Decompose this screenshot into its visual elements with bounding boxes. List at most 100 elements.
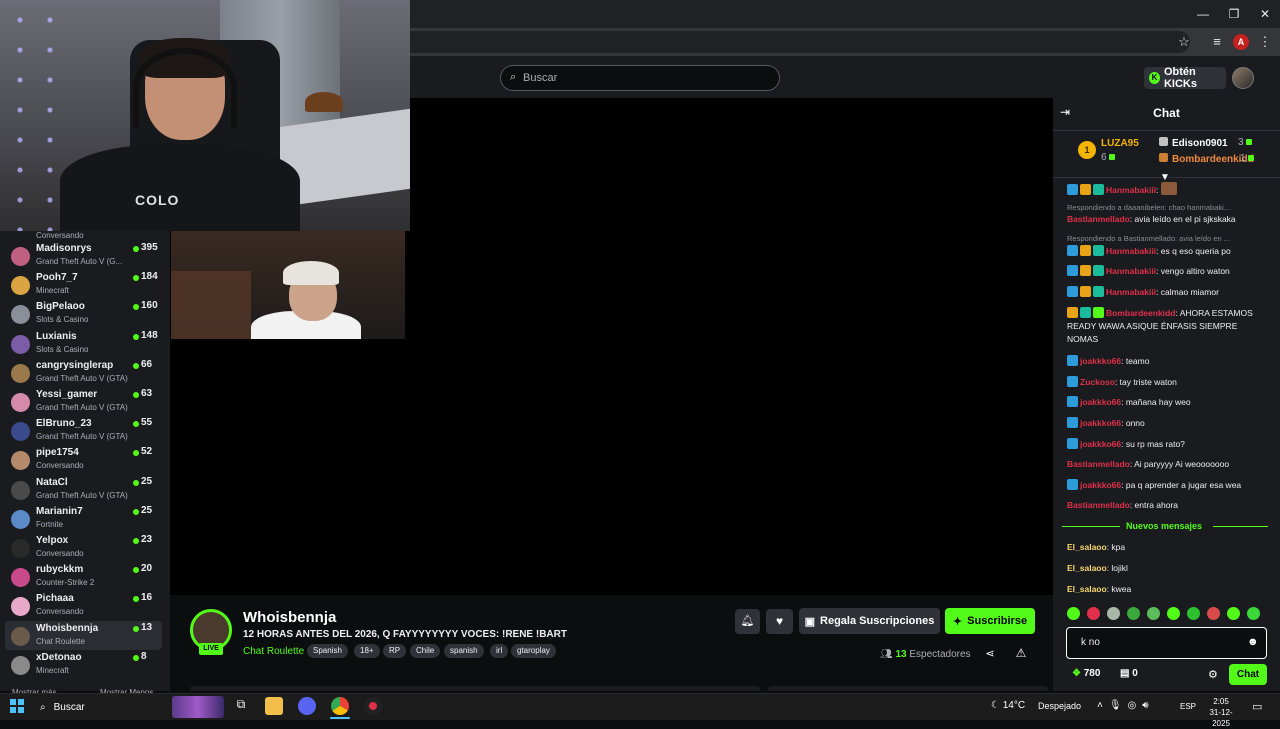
- stream-tag[interactable]: gtaroplay: [511, 644, 556, 658]
- sidebar-item-rubyckkm[interactable]: rubyckkm Counter-Strike 2 20: [0, 562, 170, 591]
- reply-context[interactable]: Respondiendo a daaanibelen: chao hanmaba…: [1067, 203, 1267, 212]
- stream-tag[interactable]: Chile: [410, 644, 441, 658]
- chat-username[interactable]: Hanmabakiii: [1106, 287, 1156, 297]
- get-kicks-button[interactable]: K Obtén KICKs: [1144, 66, 1226, 90]
- chat-username[interactable]: Bastianmellado: [1067, 500, 1130, 510]
- emoji-picker-icon[interactable]: ☻: [1247, 636, 1259, 648]
- sidebar-item-luxianis[interactable]: Luxianis Slots & Casino 148: [0, 329, 170, 358]
- sidebar-item-pichaaa[interactable]: Pichaaa Conversando 16: [0, 591, 170, 620]
- chat-input[interactable]: k no ☻: [1066, 627, 1267, 659]
- avatar: [11, 305, 30, 325]
- sidebar-item-xdetonao[interactable]: xDetonao Minecraft 8: [0, 650, 170, 679]
- stream-tag[interactable]: RP: [383, 644, 407, 658]
- notification-icon[interactable]: ▭: [1252, 700, 1262, 713]
- share-icon[interactable]: ⋖: [983, 647, 997, 661]
- chat-username[interactable]: joakkko66: [1080, 439, 1121, 449]
- system-tray[interactable]: ˄🎙︎◎🔊︎: [1097, 700, 1155, 711]
- chat-username[interactable]: joakkko66: [1080, 418, 1121, 428]
- search-box[interactable]: ⌕: [500, 65, 780, 91]
- follow-heart-button[interactable]: ♥: [766, 609, 793, 634]
- minimize-icon[interactable]: —: [1186, 4, 1220, 24]
- chat-username[interactable]: El_salaoo: [1067, 584, 1107, 594]
- subscribe-button[interactable]: ✦ Suscribirse: [945, 608, 1035, 634]
- chat-username[interactable]: El_salaoo: [1067, 542, 1107, 552]
- stream-tag[interactable]: 18+: [354, 644, 380, 658]
- sidebar-item-cangrysinglerap[interactable]: cangrysinglerap Grand Theft Auto V (GTA) 6…: [0, 358, 170, 387]
- emote-icon[interactable]: [1067, 607, 1080, 620]
- star-icon[interactable]: ☆: [1175, 33, 1193, 51]
- gift-balance[interactable]: ▤ 0: [1120, 668, 1138, 679]
- emote-icon[interactable]: [1127, 607, 1140, 620]
- sidebar-item-pipe1754[interactable]: pipe1754 Conversando 52: [0, 445, 170, 474]
- address-bar[interactable]: [400, 31, 1190, 53]
- sidebar-item-yelpox[interactable]: Yelpox Conversando 23: [0, 533, 170, 562]
- sidebar-item-marianin7[interactable]: Marianin7 Fortnite 25: [0, 504, 170, 533]
- chat-username[interactable]: Bastianmellado: [1067, 459, 1130, 469]
- user-avatar[interactable]: [1232, 67, 1254, 89]
- weather-widget[interactable]: ☾ 14°C: [991, 700, 1025, 711]
- clock[interactable]: 2:05 31-12-2025: [1202, 696, 1240, 729]
- close-window-icon[interactable]: ✕: [1248, 4, 1280, 24]
- browser-menu-icon[interactable]: ⋮: [1256, 33, 1274, 51]
- chat-username[interactable]: Bastianmellado: [1067, 214, 1130, 224]
- gift-subs-button[interactable]: ▣ Regala Suscripciones: [799, 608, 940, 634]
- reply-context[interactable]: Respondiendo a Bastianmellado: avia leíd…: [1067, 234, 1267, 243]
- maximize-icon[interactable]: ❐: [1217, 4, 1251, 24]
- emote-icon[interactable]: [1207, 607, 1220, 620]
- sidebar-channel-name: Yessi_gamer: [36, 389, 98, 400]
- emote-icon[interactable]: [1187, 607, 1200, 620]
- browser-profile-icon[interactable]: A: [1233, 34, 1249, 50]
- search-input[interactable]: [523, 69, 763, 87]
- sidebar-item-elbruno_23[interactable]: ElBruno_23 Grand Theft Auto V (GTA) 55: [0, 416, 170, 445]
- emote-icon[interactable]: [1147, 607, 1160, 620]
- stream-tag[interactable]: irl: [490, 644, 509, 658]
- chat-username[interactable]: joakkko66: [1080, 480, 1121, 490]
- discord-icon[interactable]: [298, 697, 316, 715]
- windows-start-icon[interactable]: [10, 699, 24, 713]
- stream-tag[interactable]: spanish: [444, 644, 484, 658]
- streamer-name[interactable]: Whoisbennja: [243, 609, 336, 626]
- emote-icon[interactable]: [1087, 607, 1100, 620]
- chat-username[interactable]: Bombardeenkidd: [1106, 308, 1175, 318]
- obs-icon[interactable]: [364, 697, 382, 715]
- sidebar-item-madisonrys[interactable]: Madisonrys Grand Theft Auto V (G... 395: [0, 241, 170, 270]
- chat-username[interactable]: joakkko66: [1080, 356, 1121, 366]
- send-chat-button[interactable]: Chat: [1229, 664, 1267, 685]
- emote-icon[interactable]: [1167, 607, 1180, 620]
- chrome-icon[interactable]: [331, 697, 349, 715]
- chat-username[interactable]: joakkko66: [1080, 397, 1121, 407]
- kicks-balance[interactable]: ❖ 780: [1072, 668, 1100, 679]
- chat-username[interactable]: Hanmabakiii: [1106, 266, 1156, 276]
- emote-icon[interactable]: [1227, 607, 1240, 620]
- new-messages-label[interactable]: Nuevos mensajes: [1126, 521, 1202, 531]
- emote-icon[interactable]: [1247, 607, 1260, 620]
- stream-category-link[interactable]: Chat Roulette: [243, 646, 304, 657]
- leaderboard-second-name[interactable]: Edison0901: [1159, 137, 1228, 149]
- chat-text: : calmao miamor: [1156, 287, 1219, 297]
- input-language[interactable]: ESP: [1180, 702, 1196, 711]
- sidebar-item-yessi_gamer[interactable]: Yessi_gamer Grand Theft Auto V (GTA) 63: [0, 387, 170, 416]
- chat-username[interactable]: Hanmabakiii: [1106, 246, 1156, 256]
- emote-icon[interactable]: [1107, 607, 1120, 620]
- sidebar-channel-category: Minecraft: [36, 665, 69, 675]
- heart-icon: ♥: [775, 614, 784, 628]
- live-dot-icon: [133, 479, 139, 486]
- notification-bell-button[interactable]: 🔔︎: [735, 609, 760, 634]
- sidebar-item-whoisbennja[interactable]: Whoisbennja Chat Roulette 13: [5, 620, 162, 650]
- file-explorer-icon[interactable]: [265, 697, 283, 715]
- sidebar-item-natacl[interactable]: NataCl Grand Theft Auto V (GTA) 25: [0, 475, 170, 504]
- sidebar-item-pooh7_7[interactable]: Pooh7_7 Minecraft 184: [0, 270, 170, 299]
- chat-text: : tay triste waton: [1114, 377, 1177, 387]
- chat-message: El_salaoo: lojikl: [1067, 562, 1267, 575]
- media-icon[interactable]: ≡: [1208, 33, 1226, 51]
- sidebar-viewer-count: 23: [141, 534, 153, 545]
- chat-username[interactable]: Hanmabakiii: [1106, 185, 1156, 195]
- chat-username[interactable]: Zuckoso: [1080, 377, 1115, 387]
- chat-settings-icon[interactable]: ⚙: [1208, 668, 1218, 681]
- report-icon[interactable]: ⚠: [1014, 646, 1028, 660]
- leaderboard-first-name[interactable]: LUZA95: [1101, 138, 1139, 149]
- task-view-icon[interactable]: ⧉: [232, 697, 250, 715]
- sidebar-item-bigpelaoo[interactable]: BigPelaoo Slots & Casino 160: [0, 299, 170, 328]
- stream-tag[interactable]: Spanish: [307, 644, 348, 658]
- chat-username[interactable]: El_salaoo: [1067, 563, 1107, 573]
